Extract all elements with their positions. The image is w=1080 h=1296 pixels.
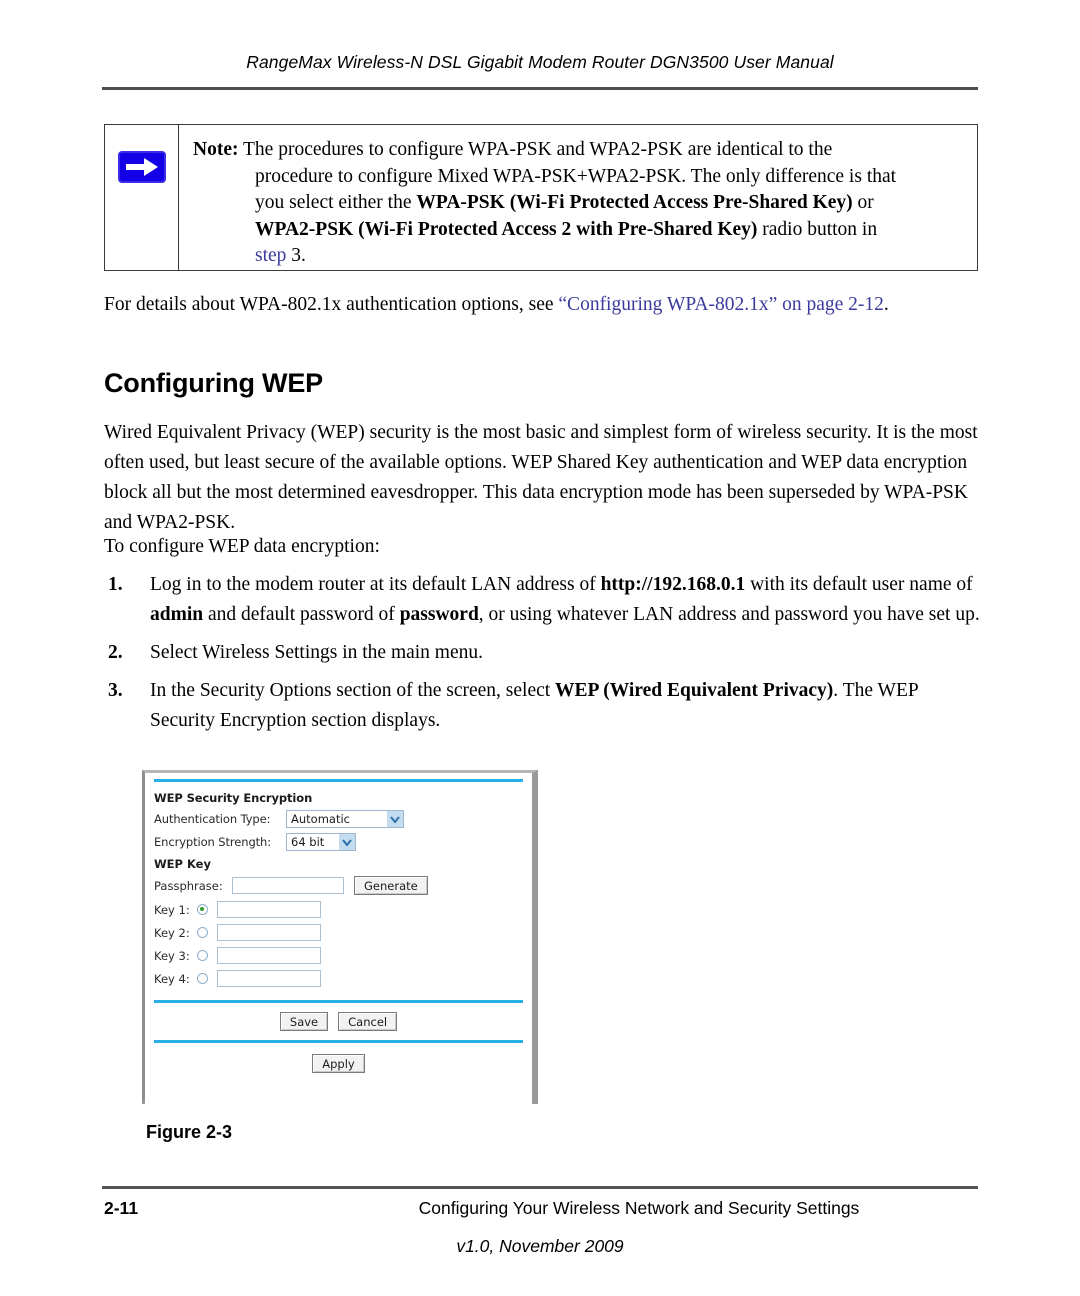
step-bold-1: http://192.168.0.1: [600, 574, 746, 595]
accent-rule-top: [154, 779, 523, 782]
note-callout: Note: The procedures to configure WPA-PS…: [104, 124, 978, 271]
note-icon-cell: [105, 125, 179, 270]
passphrase-input[interactable]: [232, 877, 344, 894]
apply-button[interactable]: Apply: [312, 1054, 365, 1073]
chevron-down-icon[interactable]: [339, 834, 355, 850]
page-title: Configuring WEP: [104, 368, 323, 398]
accent-rule-middle: [154, 1000, 523, 1003]
blue-right-arrow-icon: [117, 151, 166, 183]
footer-version: v1.0, November 2009: [456, 1236, 624, 1256]
key-1-radio[interactable]: [197, 904, 208, 915]
list-item: 2. Select Wireless Settings in the main …: [104, 638, 980, 668]
note-line-4-suffix: radio button in: [757, 218, 878, 240]
step-number: 1.: [108, 574, 123, 595]
page-2-12-link[interactable]: page 2-12: [806, 294, 883, 315]
note-line-5-rest: 3.: [286, 245, 306, 266]
authentication-type-select[interactable]: Automatic: [286, 810, 404, 828]
note-line-4-bold: WPA2-PSK (Wi-Fi Protected Access 2 with …: [255, 218, 758, 240]
note-line-2: procedure to configure Mixed WPA-PSK+WPA…: [255, 165, 897, 187]
header-divider: [102, 87, 978, 90]
wep-section-title: WEP Security Encryption: [154, 791, 313, 805]
document-page: RangeMax Wireless-N DSL Gigabit Modem Ro…: [0, 0, 1080, 1296]
note-line-1: The procedures to configure WPA-PSK and …: [243, 139, 833, 160]
note-label: Note:: [193, 139, 239, 160]
note-text: Note: The procedures to configure WPA-PS…: [179, 125, 977, 270]
step-text-part1: In the Security Options section of the s…: [150, 680, 556, 701]
step-text-part4: , or using whatever LAN address and pass…: [478, 604, 980, 625]
step-text-part1: Select Wireless Settings in the main men…: [150, 642, 484, 663]
encryption-strength-select[interactable]: 64 bit: [286, 833, 356, 851]
wep-security-screenshot: WEP Security Encryption Authentication T…: [142, 770, 538, 1104]
key-row: Key 4:: [154, 970, 523, 987]
running-header: RangeMax Wireless-N DSL Gigabit Modem Ro…: [246, 52, 834, 72]
key-row: Key 1:: [154, 901, 523, 918]
key-1-input[interactable]: [217, 901, 321, 918]
cross-reference-paragraph: For details about WPA-802.1x authenticat…: [104, 290, 980, 320]
to-configure-paragraph: To configure WEP data encryption:: [104, 536, 380, 557]
key-3-input[interactable]: [217, 947, 321, 964]
steps-list: 1. Log in to the modem router at its def…: [104, 570, 980, 744]
note-line-3-prefix: you select either the: [255, 192, 417, 213]
passphrase-row: Passphrase: Generate: [154, 876, 523, 895]
save-button[interactable]: Save: [279, 1012, 329, 1031]
passphrase-label: Passphrase:: [154, 878, 223, 893]
step-3-link[interactable]: step: [255, 245, 286, 266]
chevron-down-icon[interactable]: [387, 811, 403, 827]
footer-chapter-title: Configuring Your Wireless Network and Se…: [418, 1198, 860, 1218]
authentication-type-value: Automatic: [291, 812, 350, 826]
step-text-part3: and default password of: [203, 604, 400, 625]
step-text-part2: with its default user name of: [745, 574, 973, 595]
generate-button[interactable]: Generate: [354, 876, 428, 895]
key-3-radio[interactable]: [197, 950, 208, 961]
footer-divider: [102, 1186, 978, 1189]
list-item: 3. In the Security Options section of th…: [104, 676, 980, 736]
step-bold-1: WEP (Wired Equivalent Privacy): [555, 680, 834, 701]
authentication-type-row: Authentication Type: Automatic: [154, 810, 523, 828]
key-label: Key 4:: [154, 971, 190, 986]
list-item: 1. Log in to the modem router at its def…: [104, 570, 980, 630]
key-label: Key 1:: [154, 902, 190, 917]
note-line-3-suffix: or: [852, 192, 874, 213]
figure-caption: Figure 2-3: [146, 1122, 233, 1142]
step-bold-2: admin: [150, 604, 204, 625]
step-text-part1: Log in to the modem router at its defaul…: [150, 574, 601, 595]
step-bold-3: password: [399, 604, 479, 625]
wep-key-title: WEP Key: [154, 857, 211, 871]
key-4-radio[interactable]: [197, 973, 208, 984]
save-cancel-row: Save Cancel: [154, 1012, 523, 1031]
xref-after: .: [883, 294, 889, 315]
footer-page-number: 2-11: [104, 1198, 139, 1218]
cancel-button[interactable]: Cancel: [338, 1012, 398, 1031]
key-row: Key 2:: [154, 924, 523, 941]
authentication-type-label: Authentication Type:: [154, 812, 271, 826]
step-number: 3.: [108, 680, 123, 701]
key-label: Key 3:: [154, 948, 190, 963]
key-2-radio[interactable]: [197, 927, 208, 938]
encryption-strength-label: Encryption Strength:: [154, 835, 272, 849]
accent-rule-bottom: [154, 1040, 523, 1043]
key-row: Key 3:: [154, 947, 523, 964]
configuring-wpa-8021x-link[interactable]: “Configuring WPA-802.1x” on: [558, 294, 801, 315]
key-4-input[interactable]: [217, 970, 321, 987]
note-line-3-bold: WPA-PSK (Wi-Fi Protected Access Pre-Shar…: [416, 192, 853, 213]
key-2-input[interactable]: [217, 924, 321, 941]
intro-paragraph: Wired Equivalent Privacy (WEP) security …: [104, 422, 978, 533]
key-label: Key 2:: [154, 925, 190, 940]
encryption-strength-value: 64 bit: [291, 835, 325, 849]
apply-row: Apply: [154, 1054, 523, 1073]
screenshot-inner: WEP Security Encryption Authentication T…: [145, 779, 532, 1104]
step-number: 2.: [108, 642, 123, 663]
xref-before: For details about WPA-802.1x authenticat…: [104, 294, 559, 315]
encryption-strength-row: Encryption Strength: 64 bit: [154, 833, 523, 851]
